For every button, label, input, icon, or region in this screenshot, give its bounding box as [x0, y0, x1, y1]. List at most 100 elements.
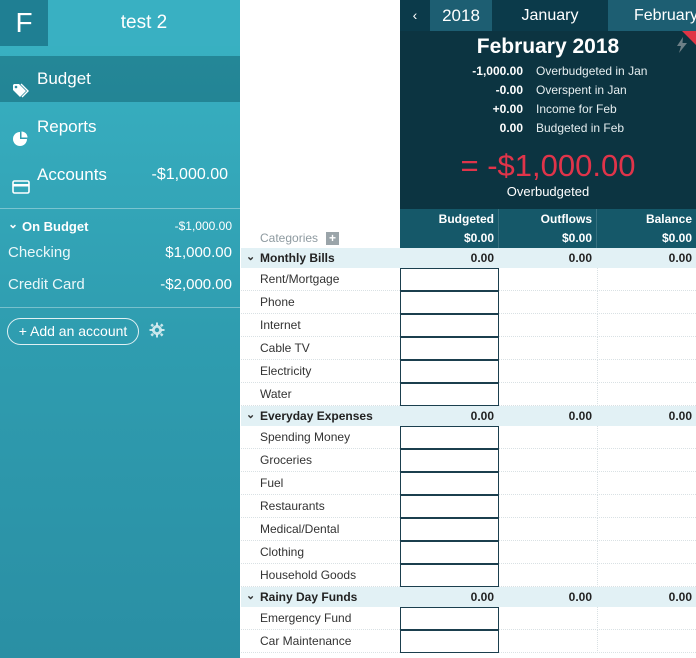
budgeted-input[interactable] [400, 607, 499, 630]
budgeted-input[interactable] [400, 314, 499, 337]
column-divider [597, 541, 598, 564]
budgeted-input[interactable] [400, 291, 499, 314]
overbudgeted-total: = -$1,000.00 [460, 148, 636, 183]
category-row[interactable]: Car Maintenance [241, 630, 696, 653]
category-row[interactable]: Water [241, 383, 696, 406]
budgeted-input[interactable] [400, 360, 499, 383]
sidebar-divider [0, 208, 240, 209]
category-row[interactable]: Spending Money [241, 426, 696, 449]
category-name: Emergency Fund [260, 611, 352, 625]
category-name: Household Goods [260, 568, 357, 582]
budgeted-input[interactable] [400, 383, 499, 406]
category-group-row[interactable]: ⌄ Rainy Day Funds 0.00 0.00 0.00 [241, 587, 696, 607]
category-row[interactable]: Electricity [241, 360, 696, 383]
column-divider [597, 518, 598, 541]
budgeted-input[interactable] [400, 564, 499, 587]
budgeted-input[interactable] [400, 268, 499, 291]
account-name: Checking [8, 244, 71, 261]
category-row[interactable]: Phone [241, 291, 696, 314]
budgeted-input[interactable] [400, 426, 499, 449]
account-row-checking[interactable]: Checking $1,000.00 [0, 241, 240, 265]
budgeted-input[interactable] [400, 541, 499, 564]
add-account-button[interactable]: + Add an account [7, 318, 139, 345]
on-budget-header[interactable]: ⌄ On Budget -$1,000.00 [0, 217, 240, 237]
category-row[interactable]: Clothing [241, 541, 696, 564]
summary-value: -0.00 [495, 83, 523, 97]
group-name: Monthly Bills [260, 251, 335, 265]
month-tab-february[interactable]: February [608, 0, 696, 31]
category-row[interactable]: Medical/Dental [241, 518, 696, 541]
account-balance: $1,000.00 [165, 244, 232, 261]
card-icon [12, 167, 30, 194]
summary-value: 0.00 [499, 121, 523, 135]
column-divider [597, 268, 598, 291]
summary-row: +0.00 Income for Feb [400, 101, 696, 119]
column-total: $0.00 [561, 231, 592, 245]
chevron-down-icon[interactable]: ⌄ [246, 408, 255, 421]
budgeted-input[interactable] [400, 449, 499, 472]
nav-accounts[interactable]: Accounts -$1,000.00 [0, 152, 240, 198]
column-divider [597, 607, 598, 630]
summary-label: Budgeted in Feb [536, 121, 625, 135]
column-total: $0.00 [463, 231, 494, 245]
on-budget-label: On Budget [22, 219, 89, 234]
category-name: Internet [260, 318, 301, 332]
previous-month-button[interactable]: ‹ [400, 0, 430, 31]
column-title: Budgeted [438, 212, 494, 226]
category-name: Cable TV [260, 341, 310, 355]
budgeted-input[interactable] [400, 337, 499, 360]
gear-icon[interactable] [149, 322, 165, 338]
category-row[interactable]: Cable TV [241, 337, 696, 360]
category-row[interactable]: Household Goods [241, 564, 696, 587]
category-name: Water [260, 387, 292, 401]
category-row[interactable]: Internet [241, 314, 696, 337]
year-label[interactable]: 2018 [430, 0, 492, 31]
group-outflows: 0.00 [568, 590, 592, 604]
nav-budget-label: Budget [37, 69, 91, 88]
column-divider [597, 383, 598, 406]
category-row[interactable]: Rent/Mortgage [241, 268, 696, 291]
group-name: Rainy Day Funds [260, 590, 358, 604]
add-category-button[interactable]: + [326, 232, 339, 245]
column-budgeted[interactable]: Budgeted $0.00 [400, 209, 498, 248]
chevron-down-icon: ⌄ [8, 217, 19, 231]
chevron-down-icon[interactable]: ⌄ [246, 250, 255, 263]
category-row[interactable]: Emergency Fund [241, 607, 696, 630]
column-divider [597, 472, 598, 495]
budget-name[interactable]: test 2 [48, 0, 240, 46]
month-tab-january[interactable]: January [492, 0, 608, 31]
budgeted-input[interactable] [400, 495, 499, 518]
summary-label: Overbudgeted in Jan [536, 64, 648, 78]
column-divider [597, 337, 598, 360]
category-row[interactable]: Fuel [241, 472, 696, 495]
chevron-down-icon[interactable]: ⌄ [246, 589, 255, 602]
summary-value: -1,000.00 [472, 64, 523, 78]
category-group-row[interactable]: ⌄ Everyday Expenses 0.00 0.00 0.00 [241, 406, 696, 426]
budgeted-input[interactable] [400, 630, 499, 653]
group-outflows: 0.00 [568, 409, 592, 423]
budgeted-input[interactable] [400, 472, 499, 495]
budgeted-input[interactable] [400, 518, 499, 541]
nav-reports-label: Reports [37, 117, 97, 136]
category-group-row[interactable]: ⌄ Monthly Bills 0.00 0.00 0.00 [241, 248, 696, 268]
column-divider [597, 314, 598, 337]
column-divider [597, 630, 598, 653]
category-row[interactable]: Restaurants [241, 495, 696, 518]
app-logo[interactable]: F [0, 0, 48, 46]
on-budget-total: -$1,000.00 [174, 219, 232, 233]
sidebar-divider [0, 307, 240, 308]
account-row-credit-card[interactable]: Credit Card -$2,000.00 [0, 273, 240, 297]
nav-reports[interactable]: Reports [0, 104, 240, 150]
column-outflows[interactable]: Outflows $0.00 [498, 209, 596, 248]
group-budgeted: 0.00 [470, 251, 494, 265]
lightning-icon[interactable] [676, 37, 688, 53]
column-balance[interactable]: Balance $0.00 [596, 209, 696, 248]
summary-row: -1,000.00 Overbudgeted in Jan [400, 63, 696, 81]
nav-budget[interactable]: Budget [0, 56, 240, 102]
group-balance: 0.00 [668, 251, 692, 265]
sidebar: F test 2 Budget Reports Accounts -$1,000… [0, 0, 240, 658]
group-name: Everyday Expenses [260, 409, 373, 423]
summary-label: Overspent in Jan [536, 83, 627, 97]
category-row[interactable]: Groceries [241, 449, 696, 472]
pie-chart-icon [12, 119, 30, 146]
